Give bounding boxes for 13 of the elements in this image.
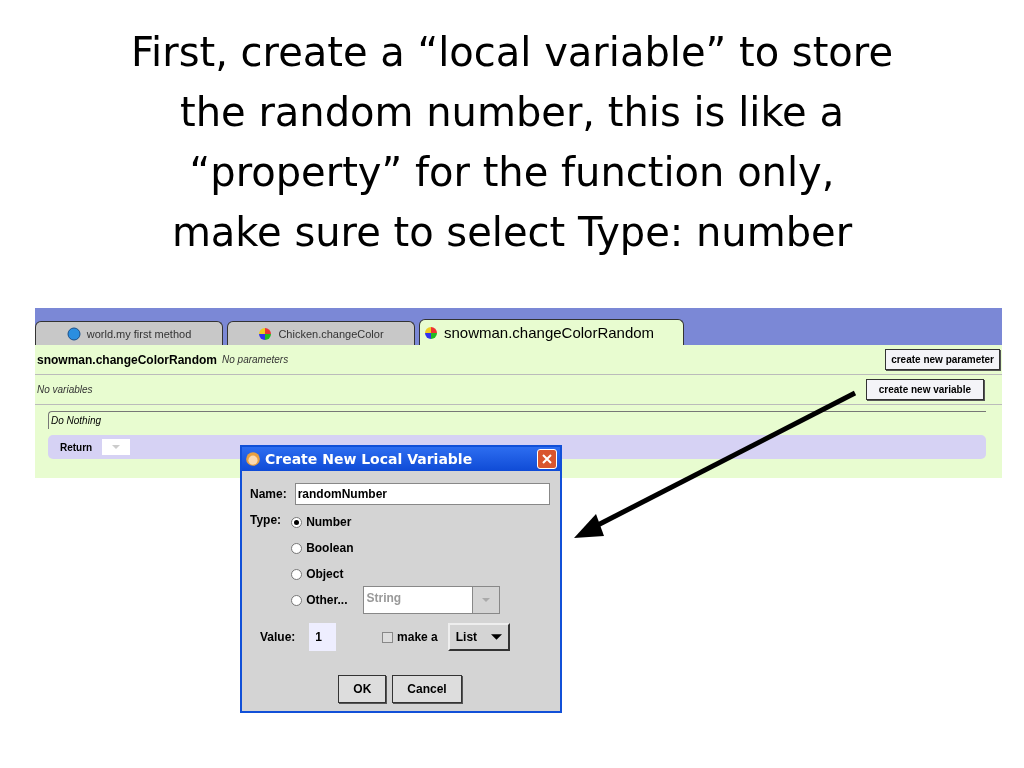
value-label: Value: [260,630,296,644]
slide-title-line: make sure to select Type: number [171,208,853,257]
name-label: Name: [250,487,287,501]
dialog-title: Create New Local Variable [265,451,473,467]
do-nothing-label: Do Nothing [48,411,986,429]
make-a-label: make a [397,630,438,644]
parameters-note: No parameters [222,354,289,365]
slide-title-line: the random number, this is like a [180,88,844,137]
variables-note: No variables [37,384,93,395]
type-label: Type: [250,513,282,529]
method-name: snowman.changeColorRandom [37,352,218,367]
slide-title-line: First, create a “local variable” to store [131,28,893,77]
slide-title-line: “property” for the function only, [189,148,835,197]
